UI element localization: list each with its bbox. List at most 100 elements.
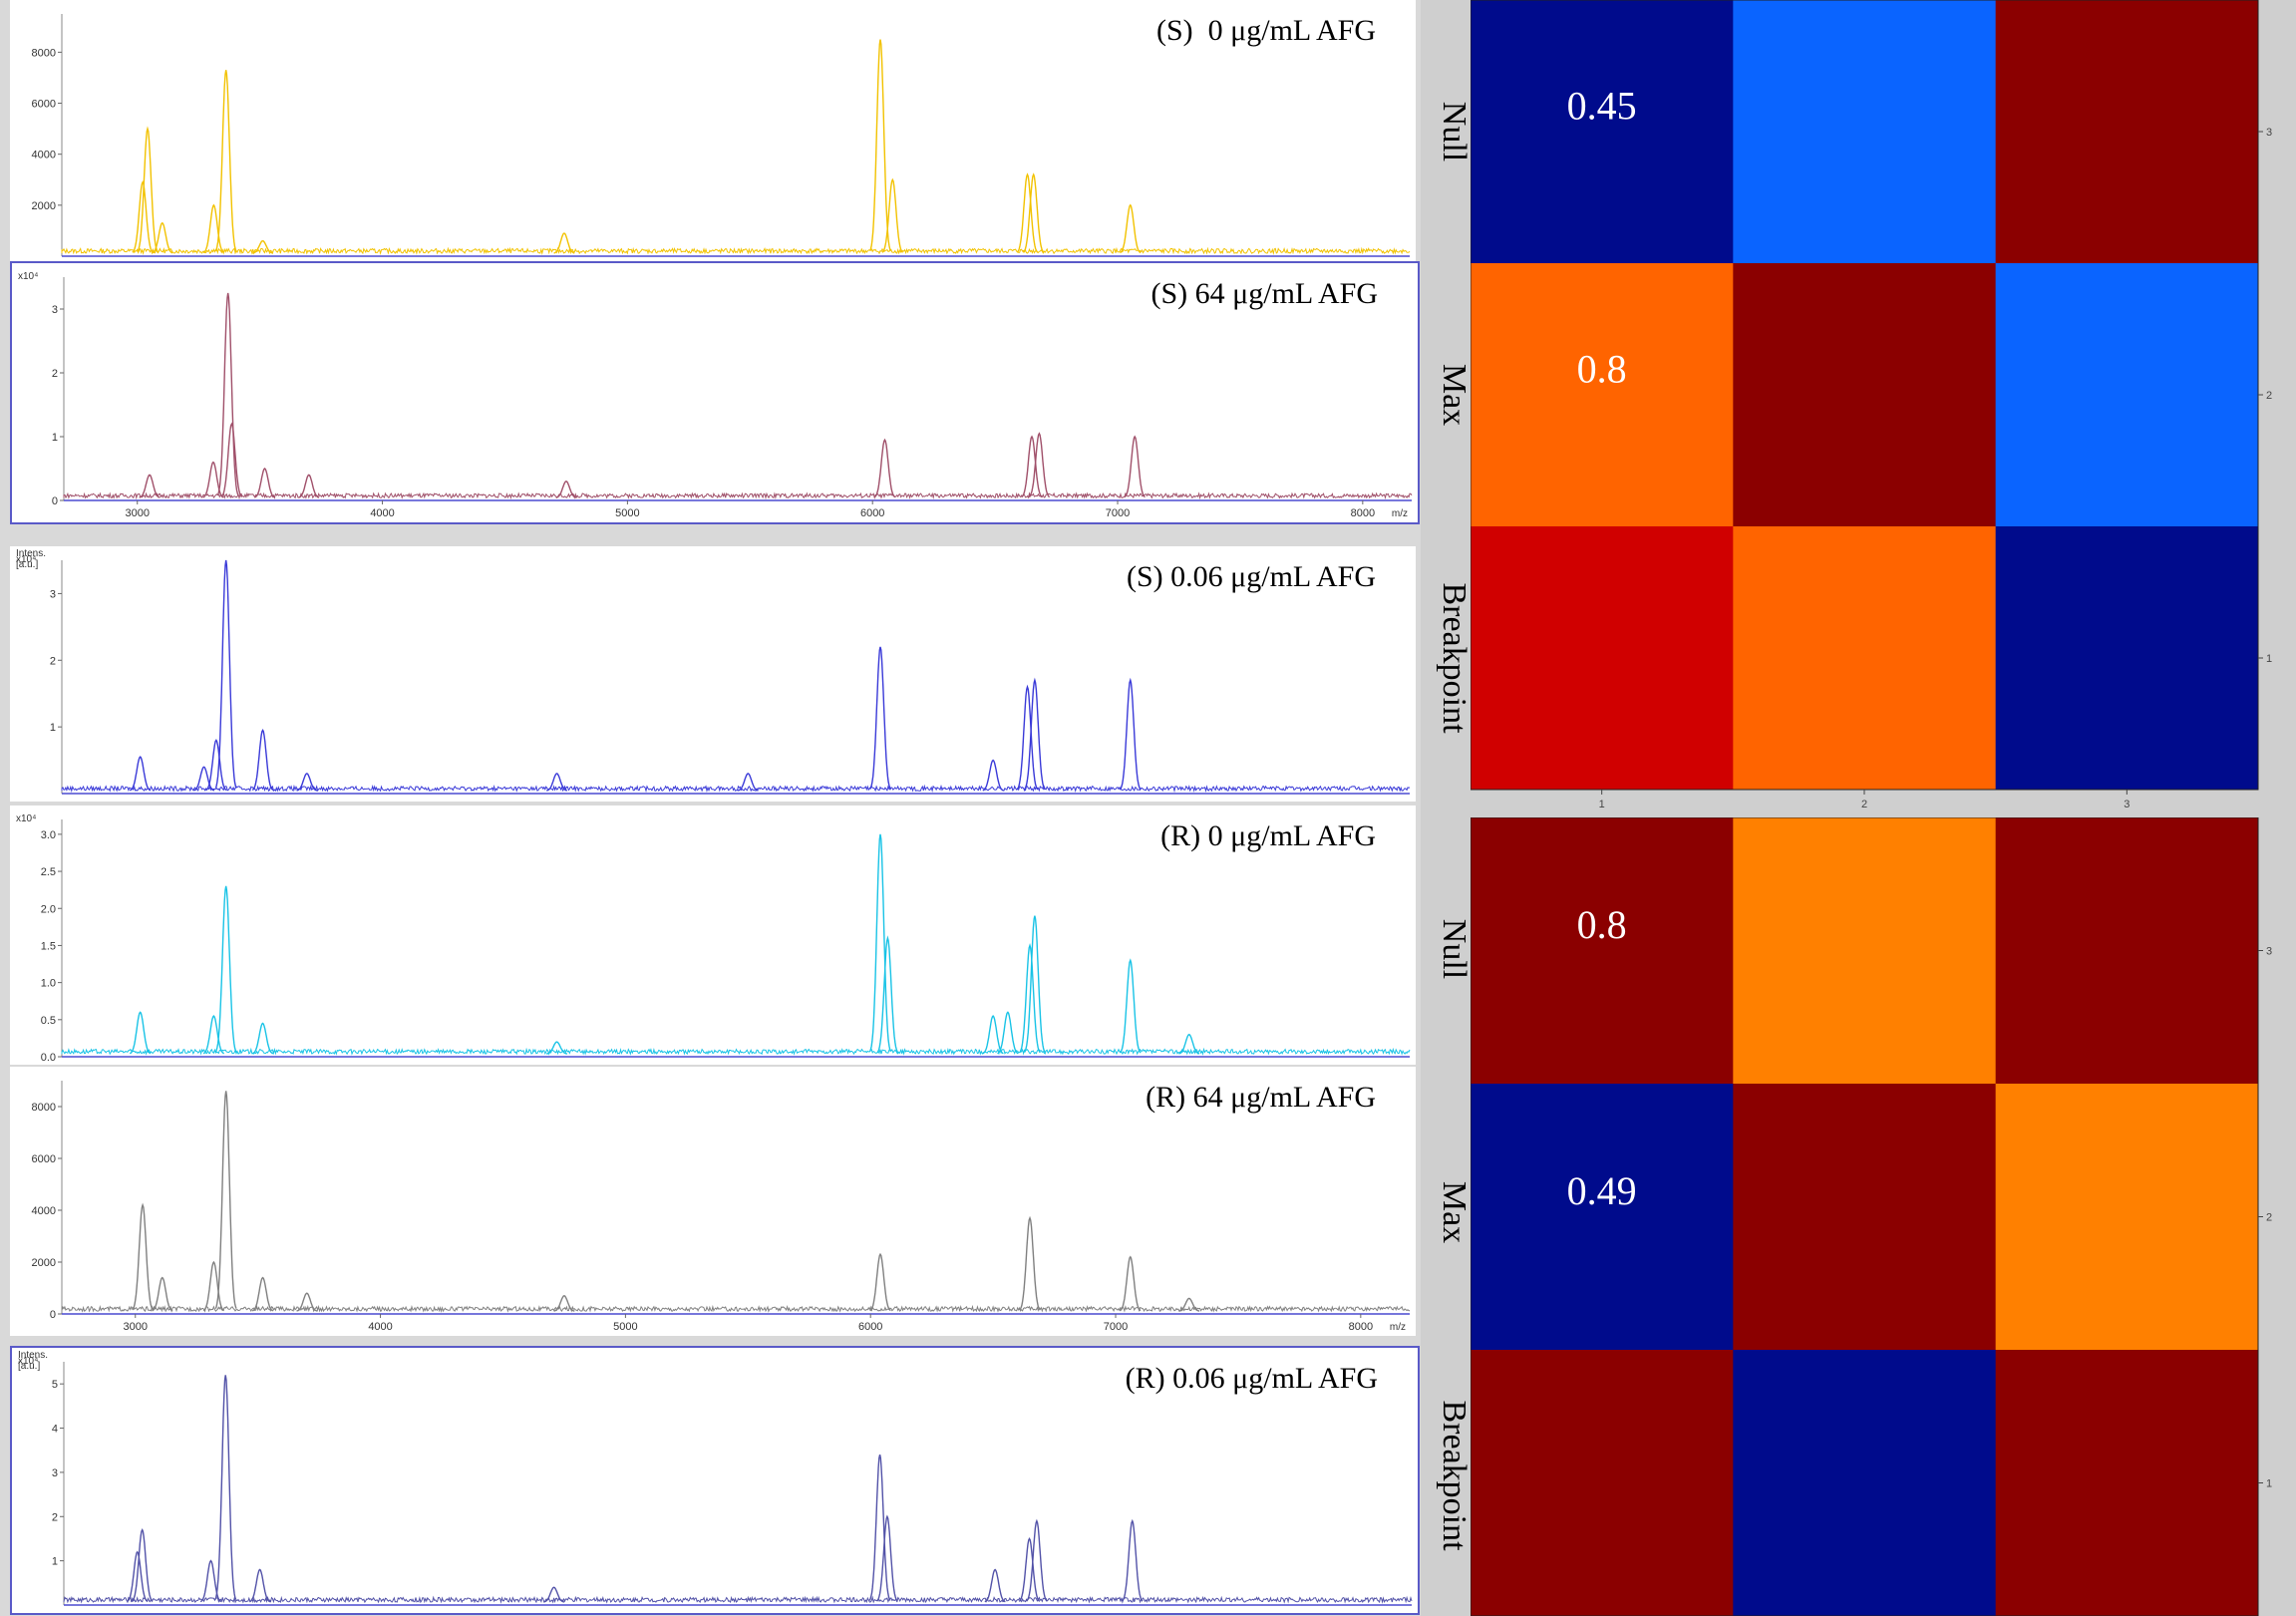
spectrum-peak bbox=[1026, 1518, 1048, 1602]
heatmap-row-label-null: Null bbox=[1436, 918, 1473, 980]
heatmap-cell bbox=[1733, 0, 1997, 264]
spectrum-title: (S) 0.06 μg/mL AFG bbox=[1127, 560, 1376, 593]
heatmap-y-tick-label: 3 bbox=[2266, 946, 2272, 958]
heatmap-cell bbox=[1733, 817, 1997, 1085]
spectrum-peak bbox=[220, 422, 243, 497]
y-tick-label: 3 bbox=[50, 588, 56, 600]
spectrum-peak bbox=[546, 773, 568, 792]
y-tick-label: 6000 bbox=[32, 99, 56, 111]
spectrum-peak bbox=[1016, 684, 1039, 791]
heatmap-x-tick-label: 1 bbox=[1599, 799, 1605, 810]
y-tick-label: 0.0 bbox=[41, 1052, 56, 1064]
heatmap-cell bbox=[1471, 0, 1734, 264]
heatmap-cell bbox=[1995, 526, 2259, 791]
heatmap-cell-value: 0.8 bbox=[1577, 902, 1627, 947]
spectrum-title: (R) 64 μg/mL AFG bbox=[1146, 1081, 1376, 1114]
y-tick-label: 2.5 bbox=[41, 866, 56, 878]
y-tick-label: 4000 bbox=[32, 1205, 56, 1217]
spectrum-peak bbox=[868, 1454, 891, 1601]
y-tick-label: 5 bbox=[52, 1379, 58, 1391]
spectrum-peak bbox=[1178, 1033, 1200, 1055]
heatmap-cell bbox=[1471, 817, 1734, 1085]
spectrum-peak bbox=[1120, 203, 1142, 254]
y-axis-label: Intens. bbox=[16, 548, 46, 559]
spectrum-peak bbox=[202, 1260, 225, 1312]
y-scale-label: x10⁴ bbox=[16, 813, 36, 824]
heatmap-y-tick-label: 1 bbox=[2266, 653, 2272, 665]
spectrum-peak bbox=[214, 885, 237, 1053]
y-tick-label: 3 bbox=[52, 304, 58, 316]
y-tick-label: 2 bbox=[52, 368, 58, 380]
spectrum-panel-s-0: 2000 4000 6000 8000 (S) 0 μg/mL AFG bbox=[10, 0, 1416, 264]
heatmap-cell bbox=[1995, 817, 2259, 1085]
spectrum-peak bbox=[869, 833, 892, 1052]
heatmap-top: 0.45 0.8 3 2 1 1 2 3 bbox=[1471, 0, 2283, 812]
heatmap-cell bbox=[1995, 1084, 2259, 1351]
heatmap-cell-value: 0.8 bbox=[1577, 347, 1627, 392]
spectrum-peak bbox=[251, 729, 274, 792]
x-tick-label: 8000 bbox=[1351, 507, 1375, 519]
spectrum-peak bbox=[869, 1252, 891, 1312]
heatmap-y-tick-label: 1 bbox=[2266, 1478, 2272, 1490]
spectrum-peak bbox=[298, 474, 320, 498]
spectrum-panel-s-0-06: 1 2 3 x10⁴ Intens. [a.u.] (S) 0.06 μg/mL AFG bbox=[10, 546, 1416, 802]
spectrum-peak bbox=[251, 1022, 274, 1055]
spectrum-peak bbox=[553, 232, 575, 254]
spectrum-peak bbox=[1028, 432, 1051, 498]
x-tick-label: 4000 bbox=[368, 1321, 392, 1333]
heatmap-column: Null Max Breakpoint 0.45 0.8 3 2 1 1 2 3 Null M… bbox=[1421, 0, 2296, 1616]
spectrum-peak bbox=[1119, 958, 1142, 1054]
spectrum-peak bbox=[202, 203, 225, 254]
heatmap-cell bbox=[1471, 526, 1734, 791]
spectrum-peak bbox=[252, 239, 273, 254]
heatmap-x-tick-label: 2 bbox=[1861, 799, 1867, 810]
y-tick-label: 0.5 bbox=[41, 1015, 56, 1027]
y-tick-label: 1 bbox=[52, 432, 58, 444]
heatmap-plot: 0.45 0.8 3 2 1 1 2 3 bbox=[1471, 0, 2272, 810]
heatmap-y-tick-label: 2 bbox=[2266, 1212, 2272, 1224]
heatmap-row-label-breakpoint: Breakpoint bbox=[1436, 582, 1473, 734]
x-tick-label: 5000 bbox=[613, 1321, 637, 1333]
y-tick-label: 8000 bbox=[32, 1102, 56, 1114]
y-tick-label: 4000 bbox=[32, 150, 56, 162]
spectrum-peak bbox=[214, 1375, 237, 1600]
y-tick-label: 3.0 bbox=[41, 829, 56, 841]
spectrum-panel-r-64: 0 2000 4000 6000 8000 3000 4000 5000 6000 7000 800… bbox=[10, 1067, 1416, 1336]
spectrum-title: (S) 0 μg/mL AFG bbox=[1156, 14, 1376, 47]
spectrum-title: (R) 0 μg/mL AFG bbox=[1160, 819, 1376, 852]
spectrum-peak bbox=[982, 1014, 1004, 1055]
y-tick-label: 1.5 bbox=[41, 940, 56, 952]
y-tick-label: 2 bbox=[52, 1511, 58, 1523]
spectrum-peak bbox=[869, 646, 892, 790]
y-tick-label: 1.0 bbox=[41, 978, 56, 990]
x-tick-label: 8000 bbox=[1349, 1321, 1373, 1333]
spectrum-peak bbox=[873, 438, 896, 498]
spectrum-peak bbox=[132, 1202, 154, 1311]
heatmap-cell-value: 0.49 bbox=[1567, 1168, 1637, 1213]
spectrum-peak bbox=[982, 759, 1004, 792]
spectrum-peak bbox=[202, 1014, 224, 1055]
spectrum-baseline bbox=[63, 491, 1413, 500]
spectrum-baseline bbox=[61, 1304, 1411, 1313]
spectrum-title: (R) 0.06 μg/mL AFG bbox=[1125, 1362, 1378, 1395]
spectrum-baseline bbox=[61, 246, 1411, 255]
x-tick-label: 6000 bbox=[860, 507, 884, 519]
spectrum-panel-s-64: 0 1 2 3 x10⁴ 3000 4000 5000 6000 7000 8000 m/z (S) … bbox=[10, 261, 1420, 524]
spectrum-peak bbox=[130, 756, 152, 792]
spectrum-peak bbox=[214, 1091, 237, 1309]
spectrum-peak bbox=[984, 1568, 1006, 1603]
x-unit-label: m/z bbox=[1392, 508, 1408, 519]
x-tick-label: 7000 bbox=[1104, 1321, 1128, 1333]
spectrum-peak bbox=[249, 1568, 271, 1603]
spectrum-peak bbox=[1120, 1255, 1142, 1312]
heatmap-cell bbox=[1733, 1084, 1997, 1351]
y-tick-label: 1 bbox=[52, 1556, 58, 1568]
y-tick-label: 3 bbox=[52, 1467, 58, 1479]
heatmap-cell bbox=[1995, 0, 2259, 264]
spectrum-peak bbox=[296, 773, 318, 792]
spectrum-title: (S) 64 μg/mL AFG bbox=[1150, 277, 1379, 310]
spectrum-peak bbox=[253, 468, 276, 498]
spectrum-baseline bbox=[61, 784, 1411, 794]
x-tick-label: 5000 bbox=[615, 507, 639, 519]
y-tick-label: 1 bbox=[50, 722, 56, 734]
